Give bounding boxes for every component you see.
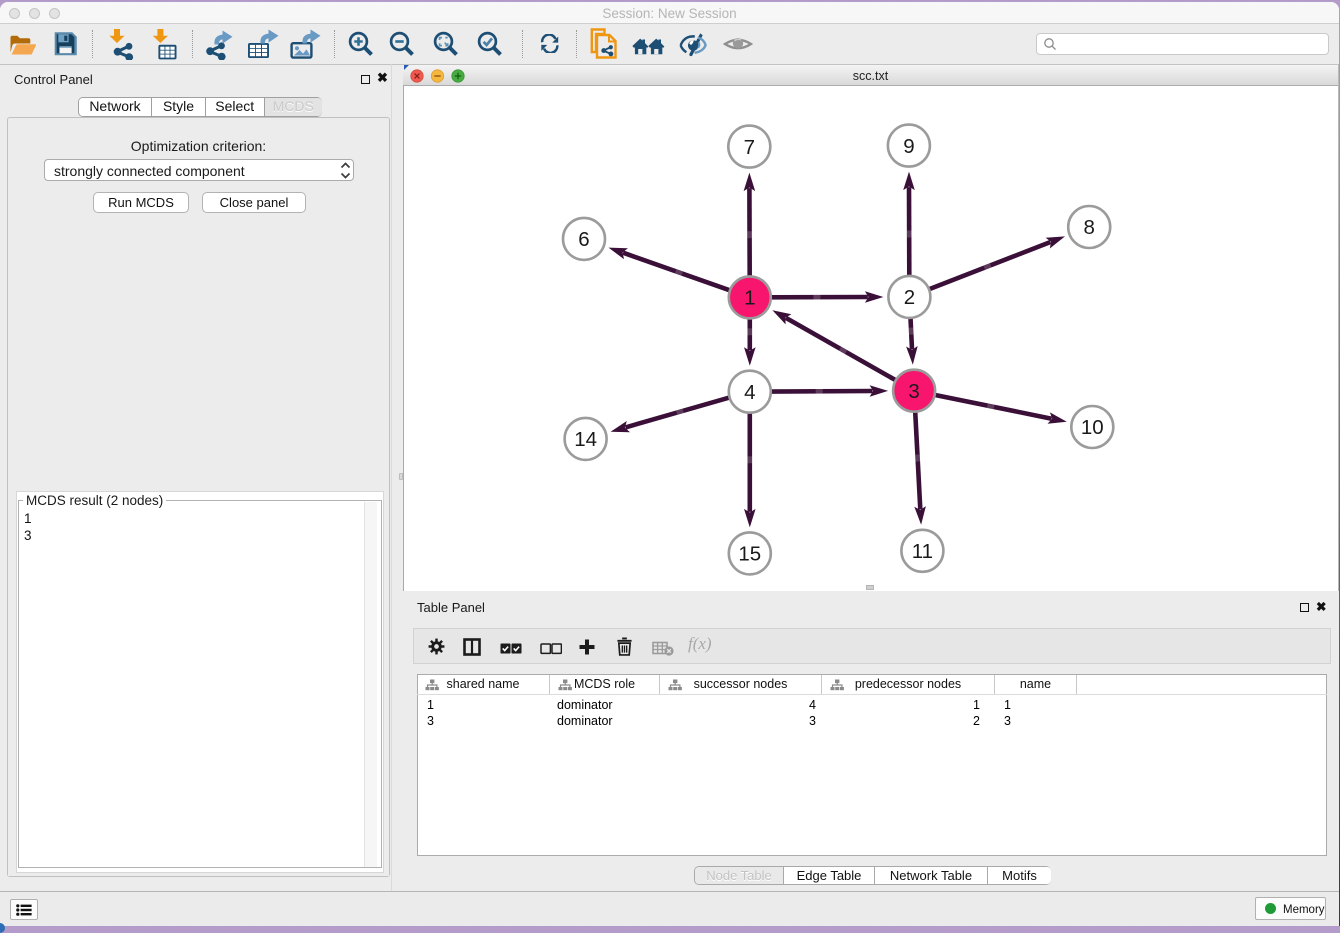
svg-text:15: 15 [738, 543, 761, 566]
svg-text:1: 1 [744, 287, 755, 310]
svg-text:11: 11 [912, 540, 933, 563]
svg-text:7: 7 [744, 136, 755, 159]
svg-text:2: 2 [904, 286, 915, 309]
svg-text:14: 14 [574, 428, 597, 451]
svg-text:8: 8 [1083, 216, 1094, 239]
svg-text:6: 6 [578, 228, 589, 251]
svg-text:3: 3 [908, 380, 919, 403]
svg-text:10: 10 [1081, 416, 1104, 439]
svg-text:4: 4 [744, 381, 755, 404]
svg-text:9: 9 [903, 135, 914, 158]
